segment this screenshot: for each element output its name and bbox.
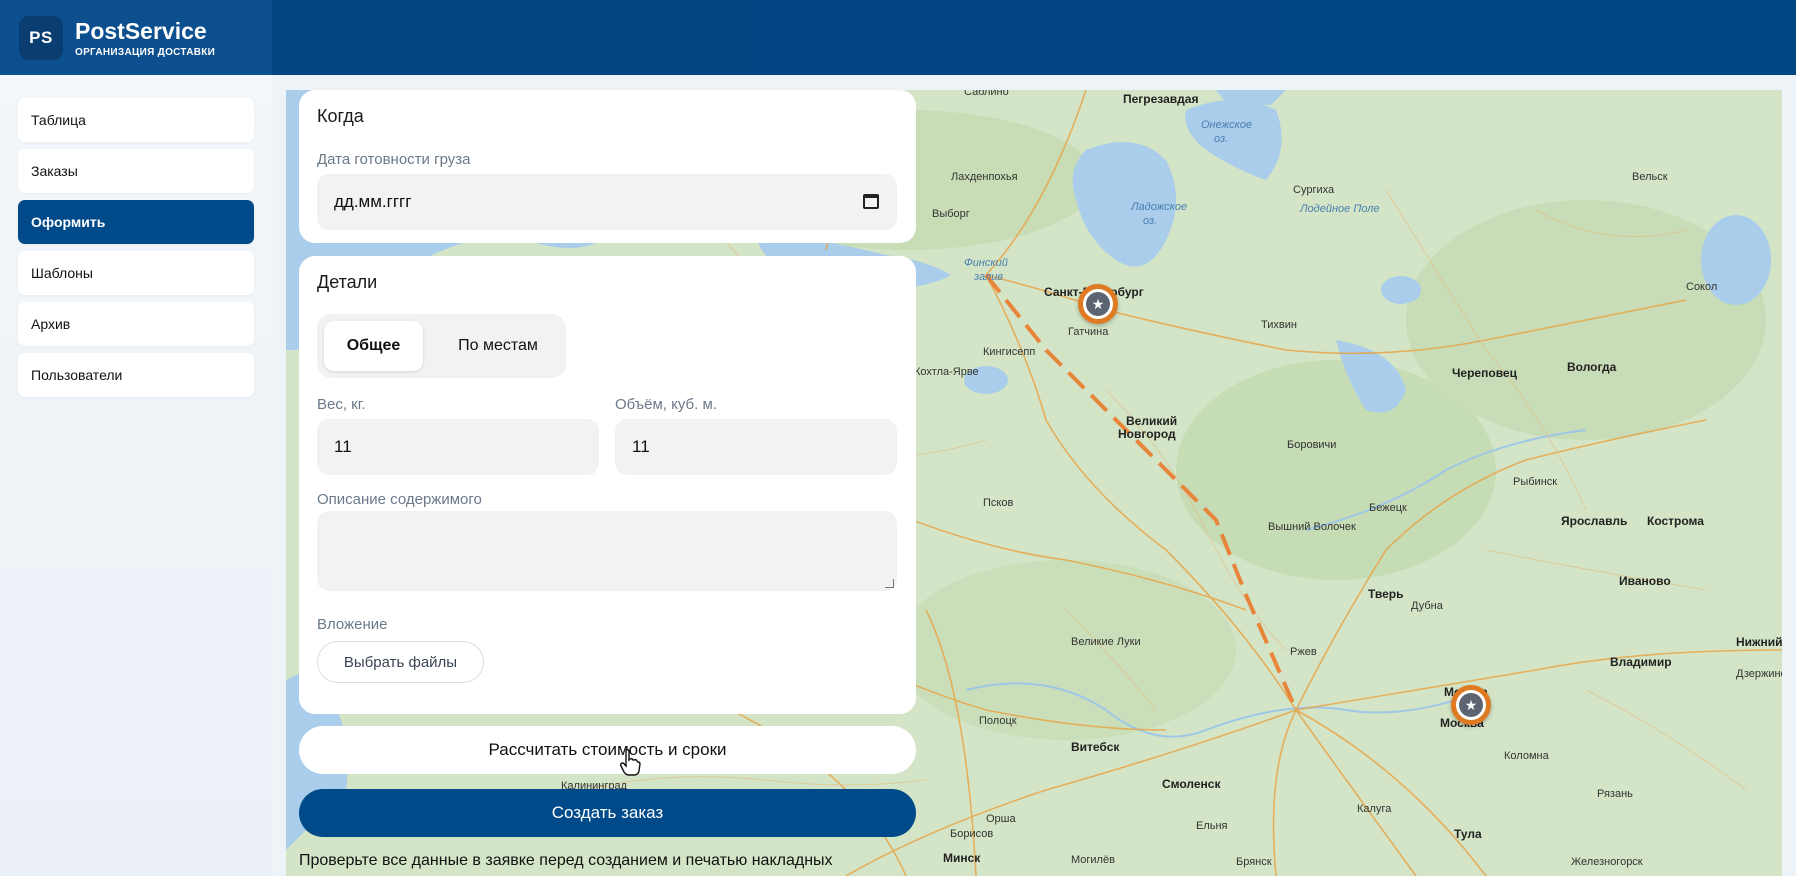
map-label: Гатчина: [1068, 326, 1109, 338]
map-label: Череповец: [1452, 366, 1517, 380]
map-label: Нижний: [1736, 635, 1782, 649]
weight-input[interactable]: 11: [317, 419, 599, 475]
map-label: Саблино: [964, 90, 1009, 98]
map-label: Тихвин: [1261, 319, 1297, 331]
map-label: Финский: [964, 257, 1008, 269]
brand-name: PostService: [75, 17, 207, 44]
map-label: Могилёв: [1071, 854, 1115, 866]
map-label: Орша: [986, 813, 1016, 825]
map-label: Выборг: [932, 208, 970, 220]
weight-label: Вес, кг.: [317, 396, 366, 413]
map-label: Борисов: [950, 828, 994, 840]
map-label: Вологда: [1567, 360, 1617, 374]
map-label: Рязань: [1597, 788, 1633, 800]
brand[interactable]: PS PostService ОРГАНИЗАЦИЯ ДОСТАВКИ: [0, 0, 272, 75]
sidebar: Таблица Заказы Оформить Шаблоны Архив По…: [0, 75, 272, 876]
map-label: Пегрезавдая: [1123, 92, 1199, 106]
map-label: Иваново: [1619, 574, 1671, 588]
description-label: Описание содержимого: [317, 491, 482, 508]
destination-marker[interactable]: ★: [1451, 685, 1491, 725]
create-order-button[interactable]: Создать заказ: [299, 789, 916, 837]
calendar-icon[interactable]: [863, 194, 879, 209]
origin-marker[interactable]: ★: [1078, 284, 1118, 324]
map-label: Онежское: [1201, 119, 1253, 131]
info-note: Проверьте все данные в заявке перед созд…: [299, 852, 833, 869]
star-icon: ★: [1459, 693, 1483, 717]
resize-handle-icon[interactable]: [885, 579, 894, 588]
sidebar-item-archive[interactable]: Архив: [18, 302, 254, 346]
map-label: Смоленск: [1162, 777, 1221, 791]
details-title: Детали: [317, 272, 378, 292]
map-label: Сургиха: [1293, 184, 1335, 196]
map-label: Брянск: [1236, 856, 1272, 868]
map-label: Лахденпохья: [951, 171, 1018, 183]
map-label: Ярославль: [1561, 514, 1628, 528]
map-label: Витебск: [1071, 740, 1120, 754]
map-label: Великий: [1126, 414, 1178, 428]
map-label: Коломна: [1504, 750, 1549, 762]
map-label: Кострома: [1647, 514, 1704, 528]
date-input-value: дд.мм.гггг: [334, 192, 412, 211]
map-label: Ладожское: [1131, 201, 1188, 213]
when-title: Когда: [317, 106, 364, 126]
map-label: Дзержинск: [1736, 668, 1782, 680]
map-label: Бежецк: [1369, 502, 1407, 514]
map-label: Сокол: [1686, 281, 1718, 293]
details-card: Детали Общее По местам Вес, кг. 11 Объём…: [299, 256, 916, 714]
map-label: Кохтла-Ярве: [914, 366, 979, 378]
brand-subtitle: ОРГАНИЗАЦИЯ ДОСТАВКИ: [75, 46, 216, 58]
map-label: Псков: [983, 497, 1014, 509]
map-label: Ржев: [1290, 646, 1317, 658]
star-icon: ★: [1086, 292, 1110, 316]
volume-label: Объём, куб. м.: [615, 396, 717, 413]
tab-by-places[interactable]: По местам: [437, 321, 559, 371]
map-label: Великие Луки: [1071, 636, 1141, 648]
tab-general[interactable]: Общее: [324, 321, 423, 371]
map-label: Лодейное Поле: [1300, 203, 1380, 215]
map-label: Тула: [1454, 827, 1482, 841]
sidebar-item-users[interactable]: Пользователи: [18, 353, 254, 397]
map-label: Рыбинск: [1513, 476, 1558, 488]
map-label: Минск: [943, 851, 981, 865]
map-label: Владимир: [1610, 655, 1672, 669]
map-label: Ельня: [1196, 820, 1228, 832]
map-label: Вышний Волочек: [1268, 521, 1356, 533]
when-card: Когда Дата готовности груза дд.мм.гггг: [299, 90, 916, 243]
map-label: Вельск: [1632, 171, 1668, 183]
sidebar-item-templates[interactable]: Шаблоны: [18, 251, 254, 295]
date-label: Дата готовности груза: [317, 151, 471, 168]
brand-text: PostService ОРГАНИЗАЦИЯ ДОСТАВКИ: [75, 18, 215, 58]
attachment-label: Вложение: [317, 616, 388, 633]
hand-cursor-icon: [619, 748, 641, 776]
map-label: оз.: [1143, 215, 1158, 227]
map-label: Полоцк: [979, 715, 1017, 727]
sidebar-item-create[interactable]: Оформить: [18, 200, 254, 244]
map-label: Железногорск: [1571, 856, 1643, 868]
map-label: Калуга: [1357, 803, 1392, 815]
map-label: Тверь: [1368, 587, 1404, 601]
map-label: оз.: [1214, 133, 1229, 145]
date-input[interactable]: дд.мм.гггг: [317, 174, 897, 230]
map-label: Кингисепп: [983, 346, 1036, 358]
map-label: залив: [974, 271, 1004, 283]
description-textarea[interactable]: [317, 511, 897, 591]
details-tabs: Общее По местам: [317, 314, 566, 378]
map-label: Боровичи: [1287, 439, 1337, 451]
sidebar-item-table[interactable]: Таблица: [18, 98, 254, 142]
map-label: Дубна: [1411, 600, 1443, 612]
calculate-button[interactable]: Рассчитать стоимость и сроки: [299, 726, 916, 774]
logo: PS: [19, 15, 63, 60]
volume-input[interactable]: 11: [615, 419, 897, 475]
sidebar-item-orders[interactable]: Заказы: [18, 149, 254, 193]
map-label: Новгород: [1118, 427, 1176, 441]
choose-files-button[interactable]: Выбрать файлы: [317, 641, 484, 683]
